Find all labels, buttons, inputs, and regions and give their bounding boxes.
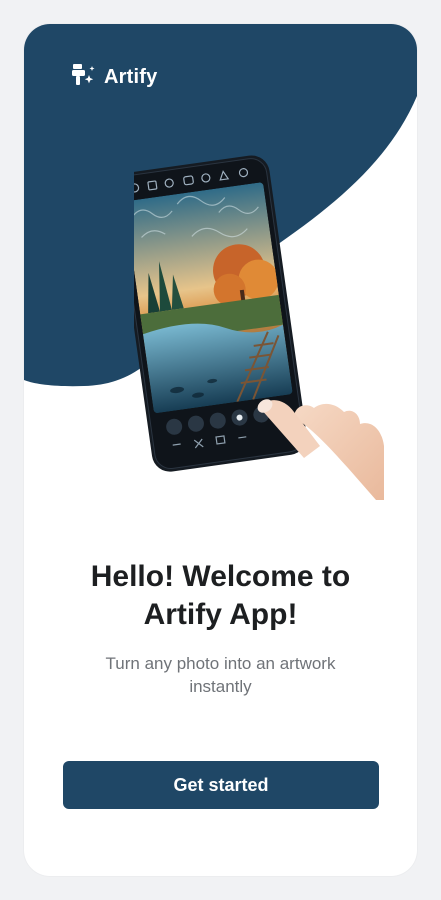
onboarding-card: Artify Hello! Welcome to Artify App! Tur… [24, 24, 417, 876]
welcome-title-line-2: Artify App! [143, 598, 298, 631]
app-name: Artify [104, 66, 158, 88]
brand-header: Artify [70, 62, 157, 93]
welcome-subtitle: Turn any photo into an artwork instantly [74, 652, 367, 698]
paint-brush-sparkle-icon [70, 62, 96, 93]
welcome-title-line-1: Hello! Welcome to [90, 560, 351, 593]
phone-illustration [134, 155, 384, 500]
welcome-subtitle-line-2: instantly [189, 677, 252, 696]
welcome-title: Hello! Welcome to Artify App! [24, 558, 417, 634]
get-started-button[interactable]: Get started [63, 761, 379, 809]
welcome-subtitle-line-1: Turn any photo into an artwork [105, 654, 336, 673]
